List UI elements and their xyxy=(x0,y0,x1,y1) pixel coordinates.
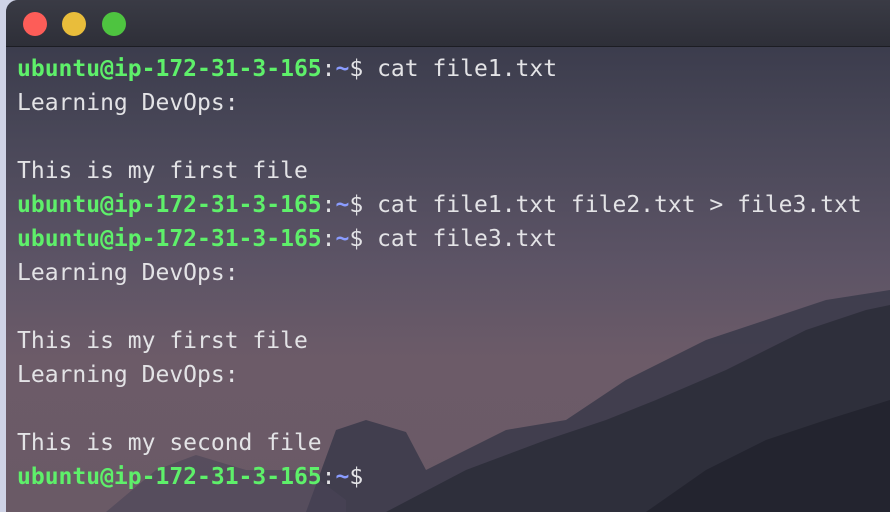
prompt-line: ubuntu@ip-172-31-3-165:~$ cat file1.txt xyxy=(17,52,887,86)
prompt-separator: : xyxy=(321,192,336,218)
prompt-separator: : xyxy=(321,464,336,490)
terminal-window: ubuntu@ip-172-31-3-165:~$ cat file1.txt L… xyxy=(6,0,890,512)
prompt-user-host: ubuntu@ip-172-31-3-165 xyxy=(17,192,322,218)
prompt-path: ~ xyxy=(335,464,350,490)
command-text: cat file1.txt xyxy=(363,56,558,82)
prompt-symbol: $ xyxy=(349,192,364,218)
output-line: Learning DevOps: xyxy=(17,90,239,116)
output-line: This is my second file xyxy=(17,430,322,456)
terminal-output[interactable]: ubuntu@ip-172-31-3-165:~$ cat file1.txt L… xyxy=(17,52,887,494)
prompt-path: ~ xyxy=(335,226,350,252)
output-line: Learning DevOps: xyxy=(17,260,239,286)
minimize-button[interactable] xyxy=(62,12,86,36)
prompt-symbol: $ xyxy=(349,226,364,252)
command-text: cat file3.txt xyxy=(363,226,558,252)
output-line: This is my first file xyxy=(17,158,308,184)
prompt-path: ~ xyxy=(335,192,350,218)
command-text: cat file1.txt file2.txt > file3.txt xyxy=(363,192,862,218)
prompt-user-host: ubuntu@ip-172-31-3-165 xyxy=(17,56,322,82)
prompt-user-host: ubuntu@ip-172-31-3-165 xyxy=(17,226,322,252)
prompt-symbol: $ xyxy=(349,464,364,490)
prompt-symbol: $ xyxy=(349,56,364,82)
output-line: Learning DevOps: xyxy=(17,362,239,388)
title-bar[interactable] xyxy=(6,0,890,47)
prompt-line: ubuntu@ip-172-31-3-165:~$ cat file1.txt … xyxy=(17,188,887,222)
prompt-separator: : xyxy=(321,226,336,252)
prompt-user-host: ubuntu@ip-172-31-3-165 xyxy=(17,464,322,490)
prompt-line: ubuntu@ip-172-31-3-165:~$ xyxy=(17,460,887,494)
prompt-separator: : xyxy=(321,56,336,82)
prompt-path: ~ xyxy=(335,56,350,82)
maximize-button[interactable] xyxy=(102,12,126,36)
prompt-line: ubuntu@ip-172-31-3-165:~$ cat file3.txt xyxy=(17,222,887,256)
output-line: This is my first file xyxy=(17,328,308,354)
close-button[interactable] xyxy=(23,12,47,36)
